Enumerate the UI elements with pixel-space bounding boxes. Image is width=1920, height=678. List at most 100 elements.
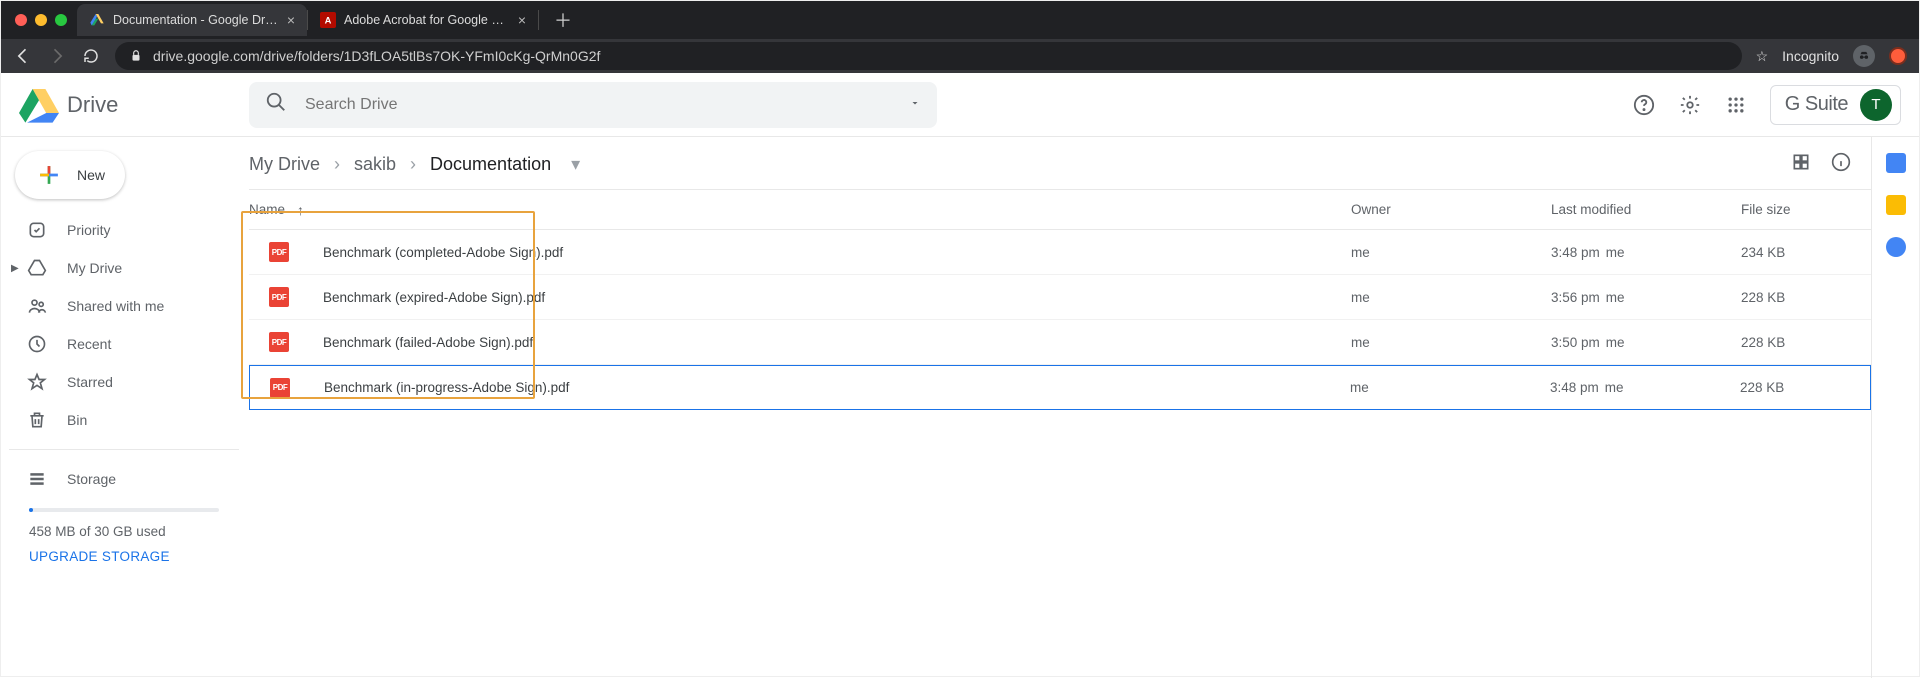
account-avatar[interactable]: T: [1860, 89, 1892, 121]
breadcrumb-seg-current[interactable]: Documentation: [430, 154, 551, 175]
plus-icon: [33, 159, 65, 191]
minimize-window-icon[interactable]: [35, 14, 47, 26]
maximize-window-icon[interactable]: [55, 14, 67, 26]
file-modified: 3:48 pmme: [1551, 245, 1741, 260]
col-header-modified[interactable]: Last modified: [1551, 202, 1741, 217]
browser-tabstrip: Documentation - Google Drive × A Adobe A…: [1, 1, 1919, 39]
calendar-addon-icon[interactable]: [1886, 153, 1906, 173]
profile-icon[interactable]: [1889, 47, 1907, 65]
file-size: 234 KB: [1741, 245, 1871, 260]
sort-ascending-icon: ↑: [297, 202, 304, 218]
app-body: New Priority ▶ My Drive Shared with me R…: [1, 137, 1919, 678]
storage-used-text: 458 MB of 30 GB used: [29, 524, 219, 539]
tasks-addon-icon[interactable]: [1886, 237, 1906, 257]
trash-icon: [27, 410, 47, 430]
breadcrumb-seg-mydrive[interactable]: My Drive: [249, 154, 320, 175]
pdf-file-icon: PDF: [269, 242, 289, 262]
tab-title: Adobe Acrobat for Google Driv: [344, 13, 510, 27]
storage-bar: [29, 508, 219, 512]
breadcrumb-seg-sakib[interactable]: sakib: [354, 154, 396, 175]
settings-gear-icon[interactable]: [1678, 93, 1702, 117]
drive-favicon-icon: [89, 12, 105, 28]
file-owner: me: [1350, 380, 1550, 395]
close-tab-icon[interactable]: ×: [518, 12, 526, 28]
url-text: drive.google.com/drive/folders/1D3fLOA5t…: [153, 48, 600, 64]
address-bar[interactable]: drive.google.com/drive/folders/1D3fLOA5t…: [115, 42, 1742, 70]
drive-logo-icon: [19, 87, 59, 123]
incognito-icon: [1853, 45, 1875, 67]
file-row[interactable]: PDF Benchmark (in-progress-Adobe Sign).pd…: [249, 365, 1871, 410]
chevron-right-icon: ›: [410, 154, 416, 175]
sidebar-item-priority[interactable]: Priority: [9, 211, 239, 249]
storage-bar-fill: [29, 508, 33, 512]
close-window-icon[interactable]: [15, 14, 27, 26]
sidebar-item-starred[interactable]: Starred: [9, 363, 239, 401]
file-name: Benchmark (failed-Adobe Sign).pdf: [323, 335, 533, 350]
file-row[interactable]: PDFBenchmark (failed-Adobe Sign).pdfme3:…: [249, 320, 1871, 365]
pdf-file-icon: PDF: [269, 287, 289, 307]
reload-button[interactable]: [81, 46, 101, 66]
file-size: 228 KB: [1741, 290, 1871, 305]
search-options-icon[interactable]: [909, 96, 921, 114]
sidebar-item-recent[interactable]: Recent: [9, 325, 239, 363]
apps-grid-icon[interactable]: [1724, 93, 1748, 117]
file-modified: 3:56 pmme: [1551, 290, 1741, 305]
details-info-icon[interactable]: [1831, 152, 1851, 177]
col-header-name[interactable]: Name ↑: [249, 202, 1351, 218]
keep-addon-icon[interactable]: [1886, 195, 1906, 215]
file-size: 228 KB: [1740, 380, 1870, 395]
file-size: 228 KB: [1741, 335, 1871, 350]
close-tab-icon[interactable]: ×: [287, 12, 295, 28]
view-grid-icon[interactable]: [1791, 152, 1811, 177]
sidebar-item-label: Shared with me: [67, 298, 164, 314]
gsuite-label: G Suite: [1785, 93, 1848, 116]
forward-button[interactable]: [47, 46, 67, 66]
pdf-file-icon: PDF: [270, 378, 290, 398]
bookmark-star-icon[interactable]: ☆: [1756, 48, 1769, 65]
svg-text:A: A: [325, 15, 332, 25]
content-toolbar: [1791, 152, 1861, 177]
nav-divider: [9, 449, 239, 450]
table-body: PDFBenchmark (completed-Adobe Sign).pdfm…: [249, 230, 1871, 410]
browser-tab-drive[interactable]: Documentation - Google Drive ×: [77, 4, 307, 36]
support-icon[interactable]: [1632, 93, 1656, 117]
search-icon[interactable]: [265, 91, 287, 118]
sidebar-item-shared[interactable]: Shared with me: [9, 287, 239, 325]
search-bar[interactable]: [249, 82, 937, 128]
drive-logo[interactable]: Drive: [19, 87, 229, 123]
side-panel: [1871, 137, 1919, 678]
new-tab-button[interactable]: ＋: [549, 6, 577, 34]
sidebar-item-bin[interactable]: Bin: [9, 401, 239, 439]
browser-tab-acrobat[interactable]: A Adobe Acrobat for Google Driv ×: [308, 4, 538, 36]
sidebar-item-label: Recent: [67, 336, 111, 352]
file-name: Benchmark (in-progress-Adobe Sign).pdf: [324, 380, 569, 395]
acrobat-favicon-icon: A: [320, 12, 336, 28]
new-button[interactable]: New: [15, 151, 125, 199]
product-name: Drive: [67, 92, 118, 118]
file-name: Benchmark (expired-Adobe Sign).pdf: [323, 290, 545, 305]
back-button[interactable]: [13, 46, 33, 66]
drive-header: Drive G Suite T: [1, 73, 1919, 137]
sidebar-item-storage[interactable]: Storage: [9, 460, 239, 498]
file-row[interactable]: PDFBenchmark (completed-Adobe Sign).pdfm…: [249, 230, 1871, 275]
tab-separator: [538, 10, 539, 30]
sidebar-item-mydrive[interactable]: ▶ My Drive: [9, 249, 239, 287]
gsuite-badge[interactable]: G Suite T: [1770, 85, 1901, 125]
file-owner: me: [1351, 335, 1551, 350]
file-table: Name ↑ Owner Last modified File size PDF…: [249, 190, 1871, 410]
sidebar: New Priority ▶ My Drive Shared with me R…: [1, 137, 239, 678]
file-row[interactable]: PDFBenchmark (expired-Adobe Sign).pdfme3…: [249, 275, 1871, 320]
breadcrumb-dropdown-icon[interactable]: ▾: [571, 154, 580, 175]
col-header-size[interactable]: File size: [1741, 202, 1871, 217]
window-controls[interactable]: [15, 14, 67, 26]
col-header-owner[interactable]: Owner: [1351, 202, 1551, 217]
content-area: My Drive › sakib › Documentation ▾ Name …: [239, 137, 1871, 678]
new-button-label: New: [77, 167, 105, 183]
expand-icon[interactable]: ▶: [11, 263, 19, 274]
upgrade-storage-link[interactable]: UPGRADE STORAGE: [29, 549, 219, 564]
search-input[interactable]: [305, 96, 891, 114]
lock-icon: [129, 49, 143, 63]
storage-meter: 458 MB of 30 GB used UPGRADE STORAGE: [9, 498, 239, 564]
browser-chrome: Documentation - Google Drive × A Adobe A…: [1, 1, 1919, 73]
pdf-file-icon: PDF: [269, 332, 289, 352]
